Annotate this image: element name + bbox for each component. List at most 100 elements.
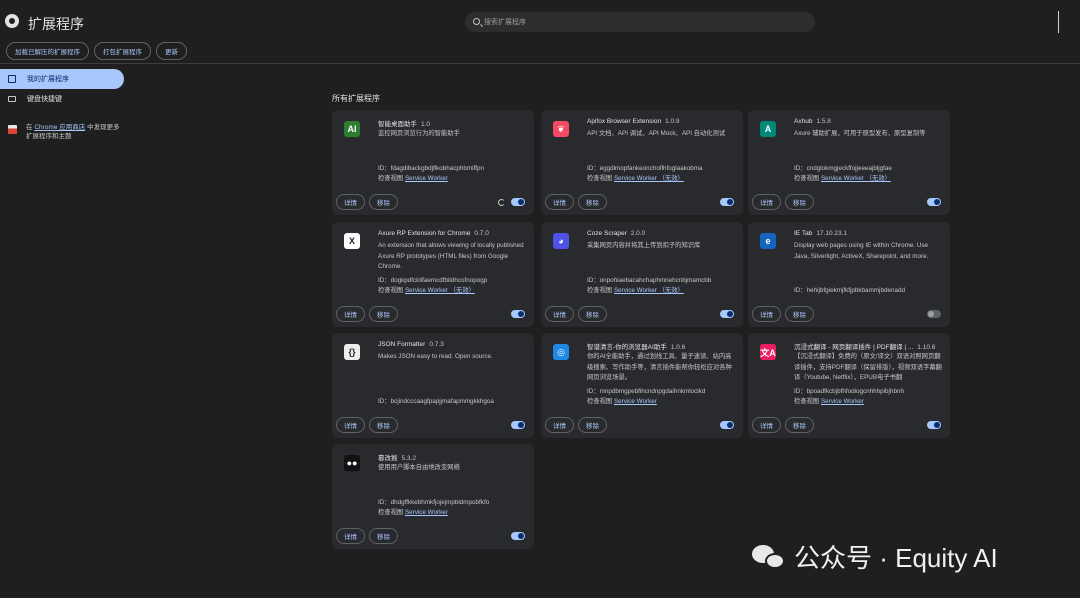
remove-button[interactable]: 移除 bbox=[785, 417, 814, 433]
extension-description: API 文档、API 调试、API Mock、API 自动化测试 bbox=[587, 130, 726, 137]
enable-toggle[interactable] bbox=[720, 310, 734, 318]
enable-toggle[interactable] bbox=[511, 310, 525, 318]
service-worker-link[interactable]: Service Worker （无效） bbox=[405, 287, 475, 294]
search-input[interactable]: 搜索扩展程序 bbox=[465, 12, 815, 32]
extension-description: 你的AI全能助手，通过划线工具、量子速读、站内高级搜索、写作助手等，清言插件能帮… bbox=[587, 353, 732, 381]
extension-id: ID：dhdgffkkebhmkfjojejmpbldmpobfkfo bbox=[378, 499, 490, 506]
extension-name: 智能桌面助手 bbox=[378, 121, 417, 128]
service-worker-link[interactable]: Service Worker bbox=[614, 398, 657, 405]
enable-toggle[interactable] bbox=[511, 532, 525, 540]
extension-card: e IE Tab 17.10.23.1 Display web pages usi… bbox=[748, 222, 950, 327]
update-button[interactable]: 更新 bbox=[156, 42, 187, 60]
inspect-views: 检查视图 Service Worker bbox=[378, 175, 448, 182]
extension-id: ID：dogkpdfcklifaemcdfbildhcofnopogp bbox=[378, 277, 488, 284]
extension-version: 2.0.0 bbox=[630, 230, 646, 237]
extension-name: Axhub bbox=[794, 118, 813, 125]
service-worker-link[interactable]: Service Worker bbox=[405, 509, 448, 516]
extension-name: Apifox Browser Extension bbox=[587, 118, 662, 125]
window-edge-divider bbox=[1058, 11, 1059, 33]
details-button[interactable]: 详情 bbox=[545, 417, 574, 433]
details-button[interactable]: 详情 bbox=[752, 306, 781, 322]
extension-description: 【沉浸式翻译】免费的（原文/译文）双语对照网页翻译插件，支持PDF翻译（保留排版… bbox=[794, 353, 942, 381]
remove-button[interactable]: 移除 bbox=[578, 306, 607, 322]
extension-card: ◕ Coze Scraper 2.0.0 采集网页内容并将其上传到扣子的知识库 I… bbox=[541, 222, 743, 327]
enable-toggle[interactable] bbox=[511, 198, 525, 206]
enable-toggle[interactable] bbox=[720, 421, 734, 429]
service-worker-link[interactable]: Service Worker bbox=[821, 398, 864, 405]
service-worker-link[interactable]: Service Worker （无效） bbox=[614, 287, 684, 294]
extension-name: Coze Scraper bbox=[587, 230, 627, 237]
axhub-icon: A bbox=[760, 121, 776, 137]
axure-icon: X bbox=[344, 233, 360, 249]
details-button[interactable]: 详情 bbox=[336, 417, 365, 433]
extension-version: 1.10.6 bbox=[917, 344, 936, 351]
extension-description: Makes JSON easy to read. Open source. bbox=[378, 353, 493, 360]
service-worker-link[interactable]: Service Worker bbox=[405, 175, 448, 182]
service-worker-link[interactable]: Service Worker （无效） bbox=[614, 175, 684, 182]
remove-button[interactable]: 移除 bbox=[578, 194, 607, 210]
enable-toggle[interactable] bbox=[511, 421, 525, 429]
inspect-views: 检查视图 Service Worker （无效） bbox=[587, 287, 684, 294]
sidebar-item-keyboard-shortcuts[interactable]: 键盘快捷键 bbox=[0, 89, 124, 109]
remove-button[interactable]: 移除 bbox=[578, 417, 607, 433]
inspect-views: 检查视图 Service Worker （无效） bbox=[794, 175, 891, 182]
extension-id: ID：hehijbfgiekmjfkfjpbkbammjbdenadd bbox=[794, 287, 905, 294]
remove-button[interactable]: 移除 bbox=[369, 528, 398, 544]
inspect-views: 检查视图 Service Worker （无效） bbox=[378, 287, 475, 294]
header-divider bbox=[0, 63, 1080, 64]
sidebar-item-my-extensions[interactable]: 我的扩展程序 bbox=[0, 69, 124, 89]
extension-id: ID：eggdlmopfankeonchoflhfoglaakobma bbox=[587, 165, 703, 172]
extension-description: Axure 辅助扩展，可用于原型发布、原型复制等 bbox=[794, 130, 926, 137]
extension-name: Axure RP Extension for Chrome bbox=[378, 230, 471, 237]
reload-icon[interactable] bbox=[498, 199, 505, 206]
watermark: 公众号 · Equity AI bbox=[752, 538, 998, 575]
extension-card: ◎ 智谱清言-你的浏览器AI助手 1.0.6 你的AI全能助手，通过划线工具、量子… bbox=[541, 333, 743, 438]
enable-toggle[interactable] bbox=[927, 310, 941, 318]
remove-button[interactable]: 移除 bbox=[369, 306, 398, 322]
page-title: 扩展程序 bbox=[28, 16, 84, 32]
extension-version: 1.0 bbox=[421, 121, 431, 128]
details-button[interactable]: 详情 bbox=[336, 306, 365, 322]
immersive-translate-icon: 文A bbox=[760, 344, 776, 360]
coze-icon: ◕ bbox=[553, 233, 569, 249]
remove-button[interactable]: 移除 bbox=[369, 194, 398, 210]
load-unpacked-button[interactable]: 加载已解压的扩展程序 bbox=[6, 42, 89, 60]
extension-id: ID：mnpdbmgpebfihcndnpgdaihnkmloclkd bbox=[587, 388, 706, 395]
extension-name: 沉浸式翻译 - 网页翻译插件 | PDF翻译 | ... bbox=[794, 344, 914, 351]
service-worker-link[interactable]: Service Worker （无效） bbox=[821, 175, 891, 182]
details-button[interactable]: 详情 bbox=[336, 194, 365, 210]
extension-card: A Axhub 1.5.8 Axure 辅助扩展，可用于原型发布、原型复制等 ID… bbox=[748, 110, 950, 215]
search-placeholder: 搜索扩展程序 bbox=[484, 19, 526, 26]
details-button[interactable]: 详情 bbox=[752, 194, 781, 210]
inspect-views: 检查视图 Service Worker bbox=[378, 509, 448, 516]
remove-button[interactable]: 移除 bbox=[785, 194, 814, 210]
top-bar: 扩展程序 搜索扩展程序 bbox=[0, 0, 1080, 40]
extension-card: ●● 篡改猴 5.3.2 使用用户脚本自由地改变网络 ID：dhdgffkkebh… bbox=[332, 444, 534, 549]
sidebar-item-label: 键盘快捷键 bbox=[27, 96, 62, 103]
web-store-promo: 在 Chrome 应用商店 中发现更多扩展程序和主题 bbox=[8, 123, 126, 141]
enable-toggle[interactable] bbox=[720, 198, 734, 206]
apifox-icon: ❦ bbox=[553, 121, 569, 137]
details-button[interactable]: 详情 bbox=[545, 194, 574, 210]
extension-name: JSON Formatter bbox=[378, 341, 426, 348]
enable-toggle[interactable] bbox=[927, 198, 941, 206]
remove-button[interactable]: 移除 bbox=[369, 417, 398, 433]
ie-tab-icon: e bbox=[760, 233, 776, 249]
enable-toggle[interactable] bbox=[927, 421, 941, 429]
pack-extension-button[interactable]: 打包扩展程序 bbox=[94, 42, 151, 60]
developer-toolbar: 加载已解压的扩展程序 打包扩展程序 更新 bbox=[6, 42, 187, 60]
extension-card: {} JSON Formatter 0.7.3 Makes JSON easy t… bbox=[332, 333, 534, 438]
remove-button[interactable]: 移除 bbox=[785, 306, 814, 322]
extension-version: 17.10.23.1 bbox=[816, 230, 848, 237]
details-button[interactable]: 详情 bbox=[545, 306, 574, 322]
watermark-text: 公众号 · Equity AI bbox=[794, 543, 998, 573]
wechat-icon bbox=[752, 543, 786, 571]
details-button[interactable]: 详情 bbox=[752, 417, 781, 433]
details-button[interactable]: 详情 bbox=[336, 528, 365, 544]
web-store-icon bbox=[8, 125, 17, 134]
web-store-link[interactable]: Chrome 应用商店 bbox=[34, 124, 85, 131]
extension-id: ID：fdagdibackgbdjflkobhacphbmiffpn bbox=[378, 165, 484, 172]
extension-description: 监控网页浏览行为的智能助手 bbox=[378, 130, 460, 137]
extension-version: 0.7.3 bbox=[429, 341, 444, 348]
extension-version: 0.7.0 bbox=[474, 230, 489, 237]
